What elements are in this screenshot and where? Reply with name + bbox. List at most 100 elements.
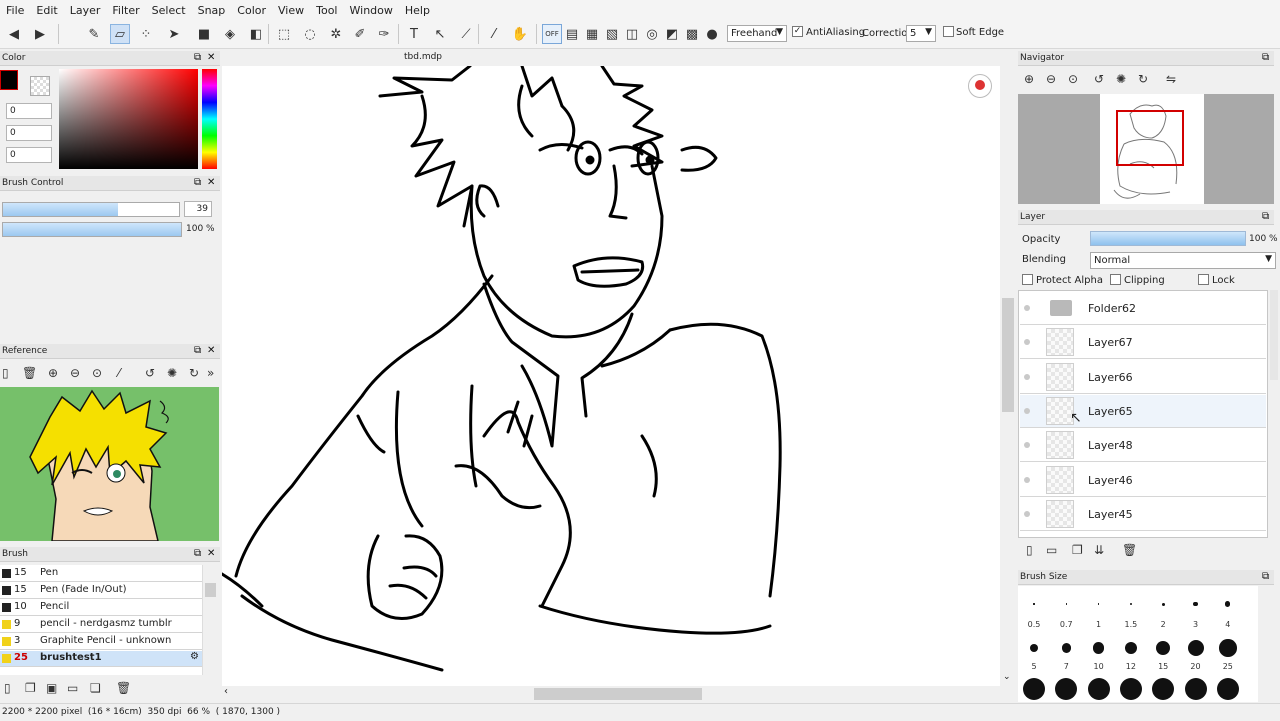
brush-list-item[interactable]: 25 brushtest1 ⚙ <box>0 651 202 667</box>
layer-row[interactable]: Layer46 <box>1020 463 1266 497</box>
lasso-icon[interactable]: ◌ <box>300 24 320 44</box>
visibility-icon[interactable] <box>1024 442 1030 449</box>
next-icon[interactable]: ▶ <box>30 24 50 44</box>
brush-size-preset[interactable] <box>1193 601 1198 607</box>
zoom-fit-icon[interactable]: ⊙ <box>1068 72 1078 86</box>
move-icon[interactable]: ➤ <box>164 24 184 44</box>
brush-list-scrollbar[interactable] <box>202 565 219 675</box>
red-input[interactable]: 0 <box>6 103 52 119</box>
zoom-fit-icon[interactable]: ⊙ <box>92 366 102 380</box>
visibility-icon[interactable] <box>1024 407 1030 414</box>
close-icon[interactable]: ✕ <box>207 345 215 356</box>
snap-parallel-icon[interactable]: ▤ <box>562 24 582 44</box>
brush-list-scroll-thumb[interactable] <box>205 583 216 597</box>
visibility-icon[interactable] <box>1024 476 1030 483</box>
antialiasing-checkbox[interactable]: ✓ <box>792 26 803 37</box>
bucket-icon[interactable]: ◈ <box>220 24 240 44</box>
group-icon[interactable]: ▣ <box>46 681 57 695</box>
scroll-down-icon[interactable]: ⌄ <box>1003 672 1011 682</box>
canvas-tab[interactable]: tbd.mdp <box>404 52 442 62</box>
menu-window[interactable]: Window <box>344 4 399 17</box>
brush-size-preset[interactable] <box>1124 641 1138 655</box>
correction-select[interactable]: 5 ▼ <box>906 25 936 42</box>
brush-size-preset[interactable] <box>1129 602 1133 606</box>
scroll-left-icon[interactable]: ‹ <box>224 686 228 697</box>
hue-slider[interactable] <box>202 69 217 169</box>
text-icon[interactable]: T <box>404 24 424 44</box>
brush-size-preset-large[interactable] <box>1055 678 1078 700</box>
saturation-value-picker[interactable] <box>59 69 198 169</box>
brush-list-item[interactable]: 10 Pencil <box>0 600 202 616</box>
protect-alpha-checkbox[interactable] <box>1022 274 1033 285</box>
eyedropper-icon[interactable]: ⁄ <box>118 366 120 380</box>
pen-icon[interactable]: ✎ <box>84 24 104 44</box>
flip-icon[interactable]: ⇋ <box>1166 72 1176 86</box>
float-icon[interactable]: ⧉ <box>194 548 201 559</box>
canvas-vscroll-thumb[interactable] <box>1002 298 1014 412</box>
zoom-out-icon[interactable]: ⊖ <box>70 366 80 380</box>
layer-row[interactable]: Layer45 <box>1020 497 1266 531</box>
brush-size-preset[interactable] <box>1065 603 1067 605</box>
soft-edge-checkbox[interactable] <box>943 26 954 37</box>
menu-edit[interactable]: Edit <box>30 4 63 17</box>
lock-checkbox[interactable] <box>1198 274 1209 285</box>
copy-brush-icon[interactable]: ❐ <box>25 681 36 695</box>
dot-tool-icon[interactable]: ⁘ <box>136 24 156 44</box>
navigator-viewport-box[interactable] <box>1116 110 1184 166</box>
brush-list-item[interactable]: 3 Graphite Pencil - unknown <box>0 634 202 650</box>
menu-view[interactable]: View <box>272 4 310 17</box>
duplicate-icon[interactable]: ❏ <box>90 681 101 695</box>
brush-list-item[interactable]: 15 Pen <box>0 566 202 582</box>
brush-size-preset-large[interactable] <box>1152 678 1175 700</box>
clipping-checkbox[interactable] <box>1110 274 1121 285</box>
merge-down-icon[interactable]: ⇊ <box>1094 543 1104 557</box>
rotate-right-icon[interactable]: ↻ <box>189 366 199 380</box>
brush-size-preset[interactable] <box>1061 643 1072 653</box>
close-icon[interactable]: ✕ <box>207 177 215 188</box>
layer-row[interactable]: Layer66 <box>1020 360 1266 394</box>
layer-row[interactable]: Folder62 <box>1020 292 1266 325</box>
snap-settings-icon[interactable]: ▩ <box>682 24 702 44</box>
select-pen-icon[interactable]: ✐ <box>350 24 370 44</box>
brush-size-preset[interactable] <box>1093 642 1105 654</box>
brush-size-preset[interactable] <box>1030 644 1038 652</box>
navigator-preview[interactable] <box>1018 94 1274 204</box>
visibility-icon[interactable] <box>1024 373 1030 380</box>
divide-icon[interactable]: ⟋ <box>456 24 476 44</box>
new-file-icon[interactable]: ▯ <box>2 366 9 380</box>
layer-list-scrollbar[interactable] <box>1270 290 1278 380</box>
layer-row[interactable]: Layer67 <box>1020 326 1266 360</box>
eraser-icon[interactable]: ▱ <box>110 24 130 44</box>
more-icon[interactable]: » <box>207 366 214 380</box>
brush-size-preset-large[interactable] <box>1119 678 1142 700</box>
menu-file[interactable]: File <box>0 4 30 17</box>
visibility-icon[interactable] <box>1024 510 1030 517</box>
trash-icon[interactable]: 🗑 <box>116 681 131 695</box>
visibility-icon[interactable] <box>1024 339 1030 346</box>
brush-size-preset[interactable] <box>1097 603 1100 605</box>
brush-size-preset[interactable] <box>1225 601 1231 607</box>
brush-size-preset[interactable] <box>1033 603 1035 605</box>
duplicate-layer-icon[interactable]: ❐ <box>1072 543 1083 557</box>
layer-opacity-slider[interactable] <box>1090 231 1246 246</box>
layer-row[interactable]: Layer65 <box>1020 394 1266 428</box>
layer-row[interactable]: Layer48 <box>1020 429 1266 463</box>
brush-size-preset-large[interactable] <box>1023 678 1045 700</box>
snap-curve-icon[interactable]: ◩ <box>662 24 682 44</box>
folder-icon[interactable]: ▭ <box>67 681 78 695</box>
snap-perspective-icon[interactable]: ▧ <box>602 24 622 44</box>
menu-tool[interactable]: Tool <box>310 4 343 17</box>
magic-wand-icon[interactable]: ✲ <box>326 24 346 44</box>
float-icon[interactable]: ⧉ <box>194 177 201 188</box>
select-rect-icon[interactable]: ⬚ <box>274 24 294 44</box>
brush-size-preset[interactable] <box>1156 640 1171 656</box>
canvas-vertical-scrollbar[interactable]: ⌄ <box>1000 66 1016 686</box>
eyedropper-icon[interactable]: ⁄ <box>484 24 504 44</box>
float-icon[interactable]: ⧉ <box>1262 211 1269 222</box>
trash-icon[interactable]: 🗑 <box>1122 543 1137 557</box>
brush-dot-icon[interactable]: ● <box>702 24 722 44</box>
rotate-right-icon[interactable]: ↻ <box>1138 72 1148 86</box>
zoom-out-icon[interactable]: ⊖ <box>1046 72 1056 86</box>
brush-settings-icon[interactable]: ⚙ <box>190 651 199 662</box>
menu-color[interactable]: Color <box>231 4 272 17</box>
